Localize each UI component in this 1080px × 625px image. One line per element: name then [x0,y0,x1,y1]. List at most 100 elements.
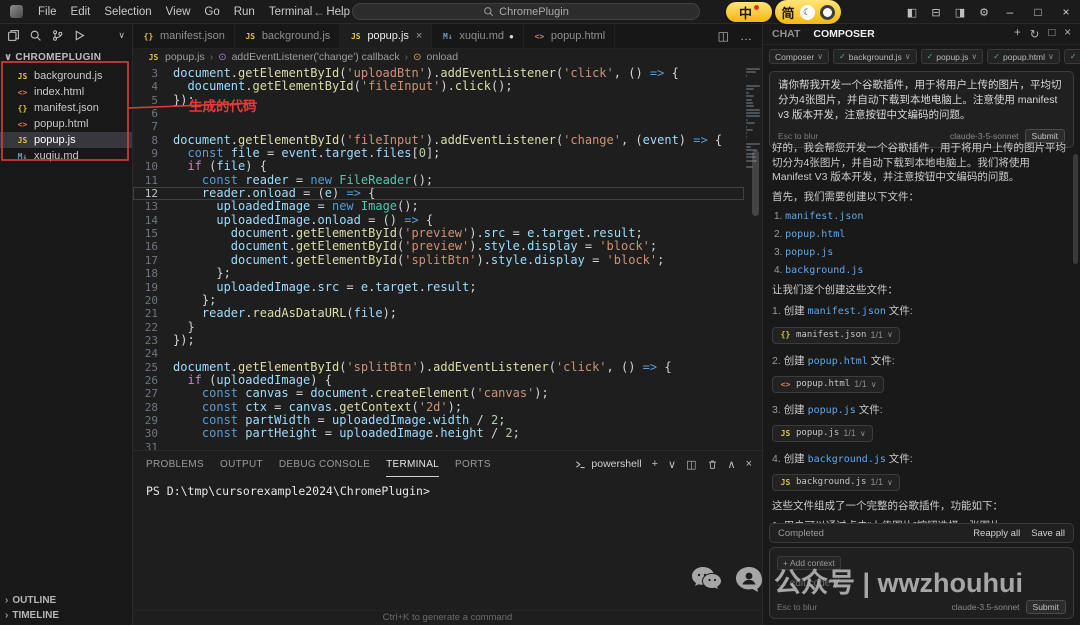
file-item-background.js[interactable]: JSbackground.js [0,68,132,84]
reapply-all-button[interactable]: Reapply all [973,528,1020,539]
file-link-background.js[interactable]: background.js [808,454,886,465]
editor-tab-xuqiu.md[interactable]: M↓xuqiu.md● [432,24,523,48]
save-all-button[interactable]: Save all [1031,528,1065,539]
code-line-27[interactable]: 27 const canvas = document.createElement… [133,387,744,400]
close-panel-icon[interactable]: × [746,458,752,470]
menu-edit[interactable]: Edit [64,6,98,18]
panel-tab-terminal[interactable]: TERMINAL [386,451,439,477]
code-line-26[interactable]: 26 if (uploadedImage) { [133,374,744,387]
code-line-16[interactable]: 16 document.getElementById('preview').st… [133,240,744,253]
file-chip-popup.js[interactable]: JSpopup.js1/1∨ [772,425,873,442]
shell-selector[interactable]: powershell [575,458,641,470]
composer-chip-manife[interactable]: ✓manife∨ [1064,49,1080,64]
customize-layout-gear-icon[interactable]: ⚙ [972,6,996,19]
add-context-button[interactable]: + Add context [777,556,841,570]
maximize-button[interactable]: □ [1024,5,1052,19]
explorer-section-header[interactable]: ∨ CHROMEPLUGIN [0,46,132,67]
code-line-23[interactable]: 23}); [133,334,744,347]
menu-selection[interactable]: Selection [97,6,158,18]
code-line-17[interactable]: 17 document.getElementById('splitBtn').s… [133,254,744,267]
code-line-4[interactable]: 4 document.getElementById('fileInput').c… [133,80,744,93]
code-line-28[interactable]: 28 const ctx = canvas.getContext('2d'); [133,401,744,414]
menu-run[interactable]: Run [227,6,262,18]
file-item-xuqiu.md[interactable]: M↓xuqiu.md [0,148,132,164]
history-icon[interactable]: ↻ [1030,27,1040,41]
menu-terminal[interactable]: Terminal [262,6,319,18]
ime-language-pill[interactable]: 中 [726,2,772,22]
menu-view[interactable]: View [159,6,198,18]
layout-panel-icon[interactable]: ⊟ [924,6,948,19]
menu-go[interactable]: Go [197,6,226,18]
editor-tab-popup.html[interactable]: <>popup.html [524,24,615,48]
code-line-11[interactable]: 11 const reader = new FileReader(); [133,174,744,187]
outline-section[interactable]: › OUTLINE [0,593,132,608]
editor-scrollbar[interactable] [752,150,759,216]
panel-tab-ports[interactable]: PORTS [455,451,491,477]
file-item-popup.html[interactable]: <>popup.html [0,116,132,132]
model-selector[interactable]: claude-3.5-sonnet [951,602,1019,612]
file-link-popup.js[interactable]: popup.js [808,405,856,416]
editor-tab-manifest.json[interactable]: {}manifest.json [133,24,235,48]
breadcrumb-item[interactable]: popup.js [165,51,205,63]
breadcrumb-item[interactable]: addEventListener('change') callback [232,51,400,63]
chevron-down-icon[interactable]: ∨ [668,458,676,471]
layout-secondary-sidebar-icon[interactable]: ◨ [948,6,972,19]
code-line-3[interactable]: 3document.getElementById('uploadBtn').ad… [133,67,744,80]
maximize-panel-icon[interactable]: ∧ [728,458,736,471]
split-terminal-icon[interactable]: ◫ [686,458,696,471]
nav-back-icon[interactable]: ← [313,5,325,19]
new-terminal-icon[interactable]: + [652,458,658,470]
close-icon[interactable]: × [416,30,422,42]
code-line-9[interactable]: 9 const file = event.target.files[0]; [133,147,744,160]
chat-scrollbar[interactable] [1073,154,1078,264]
code-line-15[interactable]: 15 document.getElementById('preview').sr… [133,227,744,240]
menu-file[interactable]: File [31,6,64,18]
file-item-index.html[interactable]: <>index.html [0,84,132,100]
split-editor-icon[interactable]: ◫ [718,29,729,43]
file-chip-manifest.json[interactable]: {}manifest.json1/1∨ [772,327,900,344]
code-line-24[interactable]: 24 [133,347,744,360]
code-line-18[interactable]: 18 }; [133,267,744,280]
file-item-popup.js[interactable]: JSpopup.js [0,132,132,148]
code-line-7[interactable]: 7 [133,120,744,133]
code-line-29[interactable]: 29 const partWidth = uploadedImage.width… [133,414,744,427]
panel-tab-output[interactable]: OUTPUT [220,451,263,477]
terminal-output[interactable]: PS D:\tmp\cursorexample2024\ChromePlugin… [133,477,762,498]
file-link-manifest.json[interactable]: manifest.json [785,211,863,222]
code-line-6[interactable]: 6 [133,107,744,120]
layout-sidebar-icon[interactable]: ◧ [900,6,924,19]
code-line-30[interactable]: 30 const partHeight = uploadedImage.heig… [133,427,744,440]
nav-forward-icon[interactable]: → [337,5,349,19]
file-chip-popup.html[interactable]: <>popup.html1/1∨ [772,376,884,393]
tab-composer[interactable]: COMPOSER [813,28,874,40]
panel-tab-debug-console[interactable]: DEBUG CONSOLE [279,451,370,477]
code-line-25[interactable]: 25document.getElementById('splitBtn').ad… [133,361,744,374]
breadcrumb-item[interactable]: onload [427,51,459,63]
close-button[interactable]: × [1052,5,1080,19]
ime-skin-icon[interactable] [820,5,835,20]
code-line-19[interactable]: 19 uploadedImage.src = e.target.result; [133,281,744,294]
composer-chip-popup.html[interactable]: ✓popup.html∨ [987,49,1060,64]
file-link-manifest.json[interactable]: manifest.json [808,306,886,317]
kill-terminal-trash-icon[interactable] [707,459,718,470]
file-link-background.js[interactable]: background.js [785,265,863,276]
code-line-31[interactable]: 31 [133,441,744,450]
composer-chip-Composer[interactable]: Composer∨ [769,49,829,64]
composer-chip-background.js[interactable]: ✓background.js∨ [833,49,916,64]
close-icon[interactable]: × [1064,27,1071,41]
code-line-8[interactable]: 8document.getElementById('fileInput').ad… [133,134,744,147]
composer-input-box[interactable]: + Add context … edit code (/ Esc to blur… [769,547,1074,619]
editor-tab-background.js[interactable]: JSbackground.js [235,24,341,48]
composer-chip-popup.js[interactable]: ✓popup.js∨ [921,49,984,64]
file-link-popup.js[interactable]: popup.js [785,247,833,258]
file-link-popup.html[interactable]: popup.html [808,356,868,367]
code-line-13[interactable]: 13 uploadedImage = new Image(); [133,200,744,213]
ime-toolbar-pill[interactable]: 简 ☾ [775,0,841,24]
ime-moon-icon[interactable]: ☾ [800,5,815,20]
code-line-5[interactable]: 5}); [133,94,744,107]
file-chip-background.js[interactable]: JSbackground.js1/1∨ [772,474,900,491]
file-item-manifest.json[interactable]: {}manifest.json [0,100,132,116]
code-line-12[interactable]: 12 reader.onload = (e) => { [133,187,744,200]
minimize-button[interactable]: – [996,5,1024,19]
file-link-popup.html[interactable]: popup.html [785,229,845,240]
